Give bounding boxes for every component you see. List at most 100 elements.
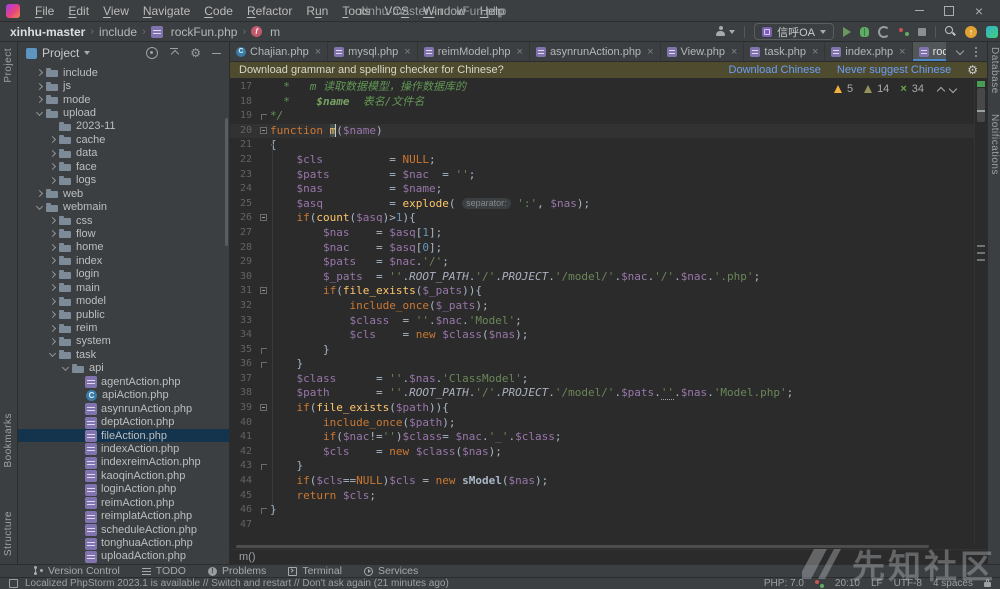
- tab-close-icon[interactable]: ×: [812, 47, 818, 57]
- chevron-right-icon[interactable]: [48, 149, 57, 158]
- tab-close-icon[interactable]: ×: [731, 47, 737, 57]
- toolwindow-button-services[interactable]: Services: [364, 565, 418, 577]
- tree-item-upload[interactable]: upload: [18, 106, 229, 119]
- code-line-34[interactable]: 34 $cls = new $class($nas);: [230, 328, 987, 343]
- chevron-right-icon[interactable]: [35, 189, 44, 198]
- code-line-21[interactable]: 21{: [230, 138, 987, 153]
- tree-item-cache[interactable]: cache: [18, 133, 229, 146]
- minimize-button[interactable]: [904, 1, 934, 21]
- gear-icon[interactable]: ⚙: [190, 48, 201, 58]
- tree-item-apiaction-php[interactable]: apiAction.php: [18, 389, 229, 402]
- fold-marker-icon[interactable]: [258, 109, 270, 124]
- tree-item-fileaction-php[interactable]: fileAction.php: [18, 429, 229, 442]
- tree-item-css[interactable]: css: [18, 214, 229, 227]
- code-line-31[interactable]: 31 if(file_exists($_pats)){: [230, 284, 987, 299]
- stop-button[interactable]: [918, 28, 926, 36]
- code-line-20[interactable]: 20function m($name): [230, 124, 987, 139]
- chevron-right-icon[interactable]: [48, 337, 57, 346]
- chevron-down-icon[interactable]: [48, 350, 57, 359]
- chevron-right-icon[interactable]: [48, 162, 57, 171]
- menu-view[interactable]: View: [96, 4, 136, 18]
- toolwindow-stripe-project[interactable]: Project: [3, 48, 14, 83]
- toolwindow-button-version-control[interactable]: Version Control: [34, 565, 120, 577]
- tab-asynrunaction-php[interactable]: asynrunAction.php×: [530, 42, 661, 61]
- tree-item-api[interactable]: api: [18, 362, 229, 375]
- debug-button[interactable]: [860, 27, 869, 37]
- tree-item-model[interactable]: model: [18, 294, 229, 307]
- tree-item-loginaction-php[interactable]: loginAction.php: [18, 483, 229, 496]
- code-line-42[interactable]: 42 $cls = new $class($nas);: [230, 445, 987, 460]
- download-chinese-link[interactable]: Download Chinese: [729, 64, 821, 76]
- fold-marker-icon[interactable]: [258, 401, 270, 416]
- code-line-29[interactable]: 29 $pats = $nac.'/';: [230, 255, 987, 270]
- tree-item-uploadaction-php[interactable]: uploadAction.php: [18, 550, 229, 563]
- menu-refactor[interactable]: Refactor: [240, 4, 299, 18]
- indent-size[interactable]: 4 spaces: [933, 578, 973, 589]
- tab-close-icon[interactable]: ×: [315, 47, 321, 57]
- tree-item-home[interactable]: home: [18, 241, 229, 254]
- code-line-26[interactable]: 26 if(count($asq)>1){: [230, 211, 987, 226]
- project-scrollbar[interactable]: [225, 118, 228, 246]
- tree-item-deptaction-php[interactable]: deptAction.php: [18, 415, 229, 428]
- menu-run[interactable]: Run: [299, 4, 335, 18]
- maximize-button[interactable]: [934, 1, 964, 21]
- show-hidden-tabs-icon[interactable]: [956, 48, 963, 55]
- code-line-40[interactable]: 40 include_once($path);: [230, 416, 987, 431]
- chevron-down-icon[interactable]: [35, 203, 44, 212]
- menu-edit[interactable]: Edit: [61, 4, 96, 18]
- tree-item-indexreimaction-php[interactable]: indexreimAction.php: [18, 456, 229, 469]
- tab-view-php[interactable]: View.php×: [661, 42, 745, 61]
- tab-close-icon[interactable]: ×: [517, 47, 523, 57]
- code-editor[interactable]: 17 * m 读取数据模型，操作数据库的18 * $name 表名/文件名19*…: [230, 78, 987, 545]
- fold-marker-icon[interactable]: [258, 211, 270, 226]
- tree-item-js[interactable]: js: [18, 79, 229, 92]
- code-line-35[interactable]: 35 }: [230, 343, 987, 358]
- chevron-right-icon[interactable]: [35, 68, 44, 77]
- search-everywhere-button[interactable]: [945, 26, 956, 37]
- horizontal-scrollbar-thumb[interactable]: [236, 545, 929, 548]
- readonly-lock-icon[interactable]: [984, 582, 991, 587]
- tab-index-php[interactable]: index.php×: [825, 42, 912, 61]
- chevron-right-icon[interactable]: [48, 229, 57, 238]
- chevron-right-icon[interactable]: [35, 95, 44, 104]
- horizontal-scrollbar[interactable]: [230, 545, 987, 549]
- code-line-44[interactable]: 44 if($cls==NULL)$cls = new sModel($nas)…: [230, 474, 987, 489]
- tree-item-tonghuaaction-php[interactable]: tonghuaAction.php: [18, 536, 229, 549]
- line-separator[interactable]: LF: [871, 578, 883, 589]
- chevron-right-icon[interactable]: [48, 310, 57, 319]
- php-version[interactable]: PHP: 7.0: [764, 578, 804, 589]
- chevron-right-icon[interactable]: [35, 82, 44, 91]
- breadcrumb-item-xinhu-master[interactable]: xinhu-master: [10, 25, 85, 39]
- close-button[interactable]: ×: [964, 1, 994, 21]
- breadcrumb-item-rockfun-php[interactable]: rockFun.php: [151, 25, 238, 39]
- tree-item-data[interactable]: data: [18, 147, 229, 160]
- chevron-right-icon[interactable]: [48, 256, 57, 265]
- code-line-47[interactable]: 47: [230, 518, 987, 533]
- error-stripe[interactable]: [974, 78, 987, 545]
- code-line-19[interactable]: 19*/: [230, 109, 987, 124]
- project-panel-title[interactable]: Project: [42, 46, 79, 60]
- menu-file[interactable]: File: [28, 4, 61, 18]
- coverage-button[interactable]: [878, 26, 890, 38]
- tree-item-webmain[interactable]: webmain: [18, 200, 229, 213]
- code-line-36[interactable]: 36 }: [230, 357, 987, 372]
- tree-item-logs[interactable]: logs: [18, 174, 229, 187]
- tree-item-include[interactable]: include: [18, 66, 229, 79]
- toolwindow-stripe-bookmarks[interactable]: Bookmarks: [3, 413, 14, 468]
- fold-marker-icon[interactable]: [258, 124, 270, 139]
- menu-navigate[interactable]: Navigate: [136, 4, 197, 18]
- tree-item-reimplataction-php[interactable]: reimplatAction.php: [18, 509, 229, 522]
- tree-item-reimaction-php[interactable]: reimAction.php: [18, 496, 229, 509]
- toolwindow-button-todo[interactable]: TODO: [142, 565, 186, 577]
- run-button[interactable]: [843, 27, 851, 37]
- chevron-down-icon[interactable]: [35, 109, 44, 118]
- chevron-right-icon[interactable]: [48, 324, 57, 333]
- tree-item-public[interactable]: public: [18, 308, 229, 321]
- breadcrumb-item-include[interactable]: include: [99, 25, 137, 39]
- user-menu-button[interactable]: [715, 26, 735, 37]
- tree-item-mode[interactable]: mode: [18, 93, 229, 106]
- tree-item-kaoqinaction-php[interactable]: kaoqinAction.php: [18, 469, 229, 482]
- tree-item-flow[interactable]: flow: [18, 227, 229, 240]
- run-config-select[interactable]: 信呼OA: [754, 23, 834, 40]
- tree-item-main[interactable]: main: [18, 281, 229, 294]
